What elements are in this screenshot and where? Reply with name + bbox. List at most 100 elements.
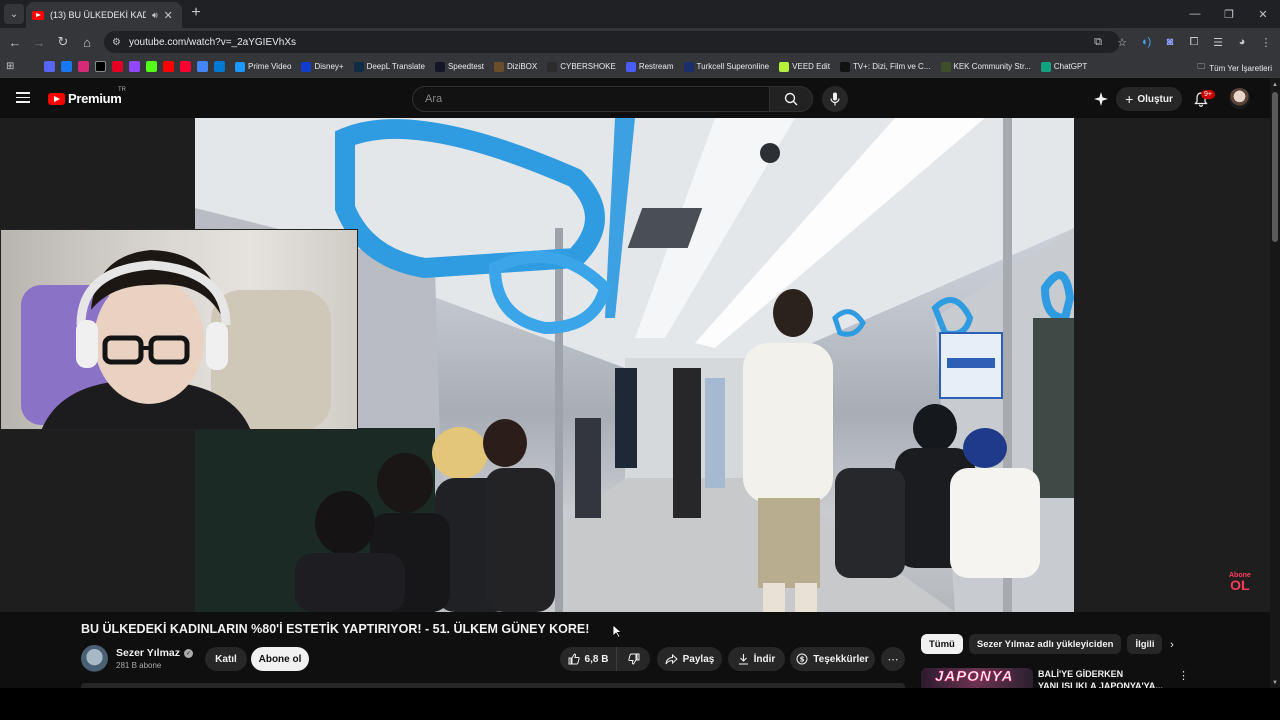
player-letterbox-right — [1074, 118, 1270, 612]
share-button[interactable]: Paylaş — [657, 647, 722, 671]
thumbnail-text: JAPONYA — [935, 668, 1014, 685]
channel-name-link[interactable]: Sezer Yılmaz ✓ — [116, 647, 194, 659]
bookmark-label: DiziBOX — [507, 62, 538, 71]
reading-list-icon[interactable]: ☰ — [1210, 33, 1226, 51]
bookmark-link[interactable]: Disney+ — [301, 61, 344, 72]
speaker-icon[interactable]: 🔊︎ — [152, 10, 158, 21]
bookmark-link[interactable]: Prime Video — [235, 61, 292, 72]
bookmark-star-icon[interactable]: ☆ — [1114, 33, 1130, 51]
scrollbar-thumb[interactable] — [1272, 92, 1278, 242]
thanks-button[interactable]: $ Teşekkürler — [790, 647, 875, 671]
youtube-premium-logo[interactable]: Premium TR — [48, 87, 126, 106]
bookmark-favicon-icon — [839, 61, 850, 72]
pinterest-bookmark-icon[interactable] — [112, 61, 123, 72]
site-info-icon[interactable]: ⚙ — [112, 37, 121, 48]
bookmark-link[interactable]: DeepL Translate — [353, 61, 425, 72]
bookmark-favicon-icon — [301, 61, 312, 72]
menu-icon[interactable] — [16, 92, 30, 103]
youtube-studio-bookmark-icon[interactable] — [180, 61, 191, 72]
share-label: Paylaş — [682, 653, 715, 665]
create-button[interactable]: + Oluştur — [1116, 87, 1182, 111]
bookmark-link[interactable]: VEED Edit — [779, 61, 830, 72]
instagram-bookmark-icon[interactable] — [78, 61, 89, 72]
reload-button[interactable]: ↻ — [54, 33, 72, 51]
omnibox[interactable]: ⚙ youtube.com/watch?v=_2aYGIEVhXs — [104, 31, 1120, 53]
subscribe-button[interactable]: Abone ol — [251, 647, 309, 671]
bookmark-label: Prime Video — [248, 62, 292, 71]
channel-name: Sezer Yılmaz — [116, 647, 181, 659]
filter-chip[interactable]: Tümü — [921, 634, 963, 654]
recommendation-title[interactable]: BALİ'YE GİDERKEN YANLIŞLIKLA JAPONYA'YA.… — [1038, 668, 1168, 688]
extension-discord-icon[interactable]: ◙ — [1162, 33, 1178, 51]
join-button[interactable]: Katıl — [205, 647, 247, 671]
facebook-bookmark-icon[interactable] — [61, 61, 72, 72]
scroll-down-arrow-icon[interactable]: ▼ — [1272, 680, 1278, 686]
bookmark-label: Restream — [638, 62, 674, 71]
minimize-button[interactable]: — — [1178, 0, 1212, 28]
extensions-puzzle-icon[interactable]: ⧠ — [1186, 33, 1202, 51]
page-scrollbar[interactable]: ▲ ▼ — [1270, 78, 1280, 688]
recommendation-menu-icon[interactable]: ⋮ — [1178, 669, 1189, 682]
forward-button[interactable]: → — [30, 33, 48, 51]
bookmark-link[interactable]: CYBERSHOKE — [547, 61, 616, 72]
close-window-button[interactable]: ✕ — [1246, 0, 1280, 28]
subscribe-watermark[interactable]: Abone OL — [1229, 572, 1251, 592]
ai-sparkle-icon[interactable] — [1092, 90, 1110, 108]
bookmark-link[interactable]: KEK Community Str... — [940, 61, 1031, 72]
video-title: BU ÜLKEDEKİ KADINLARIN %80'İ ESTETİK YAP… — [81, 622, 590, 636]
bookmark-favicon-icon — [940, 61, 951, 72]
restore-button[interactable]: ❐ — [1212, 0, 1246, 28]
browser-menu-icon[interactable]: ⋮ — [1258, 33, 1274, 51]
search-button[interactable] — [769, 86, 813, 112]
outlook-bookmark-icon[interactable] — [214, 61, 225, 72]
kick-bookmark-icon[interactable] — [146, 61, 157, 72]
logo-word: Premium — [68, 91, 122, 106]
like-button[interactable]: 6,8 B — [560, 647, 617, 671]
account-avatar[interactable] — [1229, 88, 1250, 109]
bookmark-favicon-icon — [1040, 61, 1051, 72]
more-actions-button[interactable]: ⋯ — [881, 647, 905, 671]
search-icon — [784, 92, 798, 106]
url-text[interactable]: youtube.com/watch?v=_2aYGIEVhXs — [129, 37, 296, 48]
new-tab-button[interactable]: + — [188, 4, 204, 22]
tab-search-button[interactable]: ⌄ — [4, 4, 24, 24]
bookmark-link[interactable]: Restream — [625, 61, 674, 72]
download-button[interactable]: İndir — [728, 647, 785, 671]
chips-next-arrow-icon[interactable]: › — [1164, 637, 1180, 653]
scroll-up-arrow-icon[interactable]: ▲ — [1272, 82, 1278, 88]
bookmark-link[interactable]: ChatGPT — [1040, 61, 1087, 72]
back-button[interactable]: ← — [6, 33, 24, 51]
recommendation-thumbnail[interactable]: JAPONYA — [921, 668, 1033, 688]
x-bookmark-icon[interactable] — [95, 61, 106, 72]
bookmark-link[interactable]: DiziBOX — [494, 61, 538, 72]
svg-text:$: $ — [800, 656, 805, 664]
bookmark-link[interactable]: Turkcell Superonline — [683, 61, 770, 72]
browser-tab-youtube[interactable]: (13) BU ÜLKEDEKİ KADINLA 🔊︎ ✕ — [26, 2, 182, 28]
bookmark-favicon-icon — [779, 61, 790, 72]
channel-avatar[interactable] — [81, 645, 108, 672]
all-bookmarks-folder[interactable]: 🗀 Tüm Yer İşaretleri — [1197, 61, 1272, 75]
like-dislike-group: 6,8 B — [560, 647, 650, 671]
search-input[interactable]: Ara — [412, 86, 770, 112]
dislike-button[interactable] — [617, 647, 650, 671]
bookmark-link[interactable]: Speedtest — [434, 61, 484, 72]
bookmark-links: Prime Video Disney+ DeepL Translate Speedte… — [235, 61, 1087, 72]
home-icon[interactable]: ⌂ — [78, 33, 96, 51]
install-app-icon[interactable]: ⧉ — [1090, 33, 1106, 51]
bookmark-link[interactable]: TV+: Dizi, Film ve C... — [839, 61, 931, 72]
bookmark-label: Disney+ — [314, 62, 344, 71]
youtube-bookmark-icon[interactable] — [163, 61, 174, 72]
discord-bookmark-icon[interactable] — [44, 61, 55, 72]
filter-chip[interactable]: Sezer Yılmaz adlı yükleyiciden — [968, 634, 1122, 654]
folder-icon: 🗀 — [1197, 62, 1206, 71]
voice-search-button[interactable] — [822, 86, 848, 112]
apps-grid-icon[interactable]: ⊞ — [6, 61, 20, 72]
translate-bookmark-icon[interactable] — [197, 61, 208, 72]
tab-close-icon[interactable]: ✕ — [164, 9, 173, 22]
profile-avatar-icon[interactable]: ◕ — [1234, 33, 1250, 51]
extension-audio-icon[interactable]: ◖) — [1138, 33, 1154, 51]
bookmark-label: TV+: Dizi, Film ve C... — [852, 62, 931, 71]
bookmark-label: Turkcell Superonline — [696, 62, 770, 71]
twitch-bookmark-icon[interactable] — [129, 61, 140, 72]
filter-chip[interactable]: İlgili — [1127, 634, 1163, 654]
